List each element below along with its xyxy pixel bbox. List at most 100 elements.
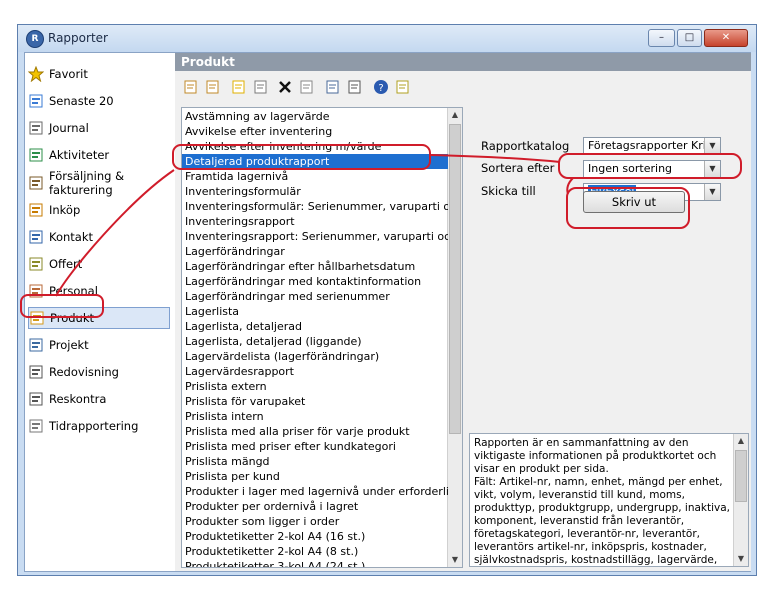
report-list-item[interactable]: Lagerlista, detaljerad (liggande) xyxy=(182,334,448,349)
report-list-item[interactable]: Inventeringsrapport xyxy=(182,214,448,229)
report-list-item[interactable]: Avvikelse efter inventering xyxy=(182,124,448,139)
sort-label: Sortera efter xyxy=(481,161,555,175)
report-list-item[interactable]: Lagervärdesrapport xyxy=(182,364,448,379)
description-text: Rapporten är en sammanfattning av den vi… xyxy=(474,437,731,566)
person-icon xyxy=(28,283,44,299)
sidebar-item-label: Kontakt xyxy=(49,230,94,244)
print-button-label: Skriv ut xyxy=(611,195,657,209)
purchase-icon xyxy=(28,202,44,218)
scroll-up-icon[interactable]: ▲ xyxy=(734,434,748,448)
sidebar-item-offert[interactable]: Offert xyxy=(28,253,170,275)
sort-select[interactable]: Ingen sortering ▼ xyxy=(583,160,721,178)
exit-icon[interactable] xyxy=(395,79,411,95)
description-scrollbar[interactable]: ▲ ▼ xyxy=(733,434,748,566)
report-list-item[interactable]: Lagerförändringar med serienummer xyxy=(182,289,448,304)
scroll-down-icon[interactable]: ▼ xyxy=(448,553,462,567)
minimize-button[interactable]: – xyxy=(648,29,675,47)
report-list-item[interactable]: Prislista extern xyxy=(182,379,448,394)
sidebar-item-label: Försäljning & fakturering xyxy=(49,169,125,197)
chevron-down-icon[interactable]: ▼ xyxy=(704,184,720,200)
maximize-button[interactable]: □ xyxy=(677,29,702,47)
contact-icon xyxy=(28,229,44,245)
title-bar[interactable]: R Rapporter – □ ✕ xyxy=(18,25,756,52)
new-icon[interactable] xyxy=(231,79,247,95)
report-list-item[interactable]: Detaljerad produktrapport xyxy=(182,154,448,169)
report-list-item[interactable]: Lagerlista xyxy=(182,304,448,319)
report-list-item[interactable]: Produktetiketter 2-kol A4 (16 st.) xyxy=(182,529,448,544)
catalog-select[interactable]: Företagsrapporter Krisse ▼ xyxy=(583,137,721,155)
sidebar-item-produkt[interactable]: Produkt xyxy=(28,307,170,329)
report-list-item[interactable]: Prislista per kund xyxy=(182,469,448,484)
report-list-item[interactable]: Avvikelse efter inventering m/värde xyxy=(182,139,448,154)
history-icon xyxy=(28,93,44,109)
report-list-item[interactable]: Inventeringsrapport: Serienummer, varupa… xyxy=(182,229,448,244)
sidebar-item-kontakt[interactable]: Kontakt xyxy=(28,226,170,248)
report-list-scrollbar[interactable]: ▲ ▼ xyxy=(447,108,462,567)
sidebar-item-aktiviteter[interactable]: Aktiviteter xyxy=(28,144,170,166)
report-list-item[interactable]: Prislista för varupaket xyxy=(182,394,448,409)
sidebar-item-label: Personal xyxy=(49,284,98,298)
report-list-item[interactable]: Produkter som ligger i order xyxy=(182,514,448,529)
sidebar-item-label: Produkt xyxy=(50,311,95,325)
report-list-item[interactable]: Produktetiketter 3-kol A4 (24 st.) xyxy=(182,559,448,567)
report-list-item[interactable]: Framtida lagernivå xyxy=(182,169,448,184)
scroll-thumb[interactable] xyxy=(735,450,747,502)
delete-icon[interactable] xyxy=(277,79,293,95)
sidebar-item-personal[interactable]: Personal xyxy=(28,280,170,302)
sidebar-item-favorit[interactable]: Favorit xyxy=(27,63,170,85)
report-list-item[interactable]: Produkter i lager med lagernivå under er… xyxy=(182,484,448,499)
sidebar-item-label: Tidrapportering xyxy=(49,419,139,433)
sidebar-item-reskontra[interactable]: Reskontra xyxy=(28,388,170,410)
activities-icon xyxy=(28,147,44,163)
report-list-item[interactable]: Produktetiketter 2-kol A4 (8 st.) xyxy=(182,544,448,559)
sidebar-item-journal[interactable]: Journal xyxy=(28,117,170,139)
sidebar-item-försäljning-fakturering[interactable]: Försäljning & fakturering xyxy=(28,169,170,197)
scroll-up-icon[interactable]: ▲ xyxy=(448,108,462,122)
chevron-down-icon[interactable]: ▼ xyxy=(704,161,720,177)
help-icon[interactable]: ? xyxy=(373,79,389,95)
product-icon xyxy=(29,310,45,326)
report-list-item[interactable]: Prislista mängd xyxy=(182,454,448,469)
sidebar-item-label: Offert xyxy=(49,257,83,271)
report-list-item[interactable]: Prislista med priser efter kundkategori xyxy=(182,439,448,454)
report-list-item[interactable]: Prislista intern xyxy=(182,409,448,424)
report-list-item[interactable]: Lagerförändringar efter hållbarhetsdatum xyxy=(182,259,448,274)
edit-icon[interactable] xyxy=(183,79,199,95)
sidebar-item-redovisning[interactable]: Redovisning xyxy=(28,361,170,383)
report-list-item[interactable]: Inventeringsformulär: Serienummer, varup… xyxy=(182,199,448,214)
close-button[interactable]: ✕ xyxy=(704,29,748,47)
scroll-thumb[interactable] xyxy=(449,124,461,434)
report-list-item[interactable]: Lagervärdelista (lagerförändringar) xyxy=(182,349,448,364)
report-list-item[interactable]: Lagerförändringar xyxy=(182,244,448,259)
print-icon[interactable] xyxy=(347,79,363,95)
settings-icon[interactable] xyxy=(299,79,315,95)
sort-value: Ingen sortering xyxy=(588,162,673,175)
copy-icon[interactable] xyxy=(253,79,269,95)
sidebar-item-inköp[interactable]: Inköp xyxy=(28,199,170,221)
catalog-label: Rapportkatalog xyxy=(481,139,570,153)
report-list-item[interactable]: Inventeringsformulär xyxy=(182,184,448,199)
report-window: R Rapporter – □ ✕ Favorit Senaste 20 Journ… xyxy=(17,24,757,576)
sidebar-item-tidrapportering[interactable]: Tidrapportering xyxy=(28,415,170,437)
report-list[interactable]: ▲ ▼ Avstämning av lagervärde Avvikelse ef… xyxy=(181,107,463,568)
window-title: Rapporter xyxy=(48,31,108,45)
report-list-item[interactable]: Lagerlista, detaljerad xyxy=(182,319,448,334)
report-list-item[interactable]: Produkter per ordernivå i lagret xyxy=(182,499,448,514)
print-button[interactable]: Skriv ut xyxy=(583,191,685,213)
properties-icon[interactable] xyxy=(325,79,341,95)
chevron-down-icon[interactable]: ▼ xyxy=(704,138,720,154)
quote-icon xyxy=(28,256,44,272)
report-list-item[interactable]: Prislista med alla priser för varje prod… xyxy=(182,424,448,439)
edit-report-icon[interactable] xyxy=(205,79,221,95)
client-area: Favorit Senaste 20 Journal Aktiviteter Försä… xyxy=(24,52,751,572)
report-list-item[interactable]: Avstämning av lagervärde xyxy=(182,109,448,124)
project-icon xyxy=(28,337,44,353)
toolbar: ? xyxy=(175,73,751,101)
scroll-down-icon[interactable]: ▼ xyxy=(734,552,748,566)
panel-title: Produkt xyxy=(175,53,751,71)
sidebar-item-label: Favorit xyxy=(49,67,88,81)
sidebar-item-projekt[interactable]: Projekt xyxy=(28,334,170,356)
report-list-item[interactable]: Lagerförändringar med kontaktinformation xyxy=(182,274,448,289)
report-panel: Produkt ? ▲ ▼ Avstämning av lagervärde Av… xyxy=(175,53,751,571)
sidebar-item-senaste-20[interactable]: Senaste 20 xyxy=(28,90,170,112)
